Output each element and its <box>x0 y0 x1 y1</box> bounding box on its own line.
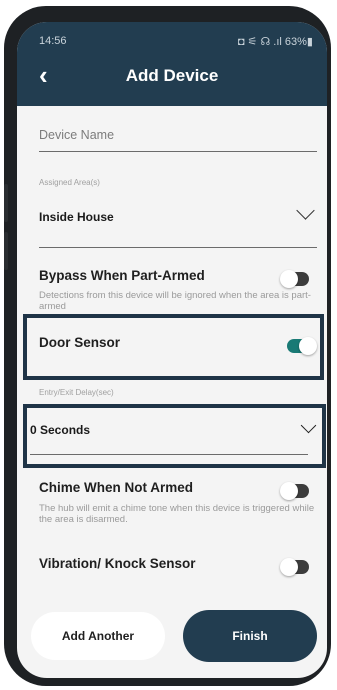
assigned-area-underline <box>39 247 317 248</box>
chime-description: The hub will emit a chime tone when this… <box>39 503 315 525</box>
bypass-description: Detections from this device will be igno… <box>39 290 311 312</box>
app-header: 14:56 ◘ ⚟ ☊ .ıl 63%▮ ‹ Add Device <box>17 22 327 106</box>
bypass-label: Bypass When Part-Armed <box>39 268 205 283</box>
app-screen: 14:56 ◘ ⚟ ☊ .ıl 63%▮ ‹ Add Device Device… <box>17 22 327 678</box>
finish-button[interactable]: Finish <box>183 610 317 662</box>
device-name-underline <box>39 151 317 152</box>
device-name-field[interactable]: Device Name <box>17 114 327 154</box>
assigned-area-value: Inside House <box>39 210 114 224</box>
toggle-knob <box>280 482 298 500</box>
status-time: 14:56 <box>39 35 67 47</box>
page-title: Add Device <box>125 66 219 85</box>
entry-exit-delay-value: 0 Seconds <box>30 423 91 437</box>
chevron-down-icon <box>296 201 315 220</box>
status-indicators: ◘ ⚟ ☊ .ıl 63%▮ <box>237 36 313 48</box>
entry-exit-delay-select[interactable]: 0 Seconds <box>27 408 322 464</box>
door-sensor-label: Door Sensor <box>39 335 121 350</box>
vibration-label: Vibration/ Knock Sensor <box>39 556 196 571</box>
vibration-toggle[interactable] <box>280 558 309 576</box>
volume-up-button <box>4 184 8 222</box>
door-sensor-toggle[interactable] <box>287 337 317 355</box>
assigned-area-label: Assigned Area(s) <box>39 178 100 187</box>
entry-exit-delay-label: Entry/Exit Delay(sec) <box>39 388 114 397</box>
delay-underline <box>30 454 308 455</box>
toggle-knob <box>280 270 298 288</box>
bypass-toggle[interactable] <box>280 270 309 288</box>
chevron-down-icon <box>300 417 317 434</box>
chime-toggle[interactable] <box>280 482 309 500</box>
volume-down-button <box>4 232 8 270</box>
device-name-placeholder: Device Name <box>39 128 115 142</box>
chime-label: Chime When Not Armed <box>39 480 194 495</box>
toggle-knob <box>299 337 317 355</box>
add-another-button[interactable]: Add Another <box>31 612 165 660</box>
phone-frame: 14:56 ◘ ⚟ ☊ .ıl 63%▮ ‹ Add Device Device… <box>4 6 331 686</box>
toggle-knob <box>280 558 298 576</box>
assigned-area-select[interactable]: Inside House <box>17 201 327 250</box>
